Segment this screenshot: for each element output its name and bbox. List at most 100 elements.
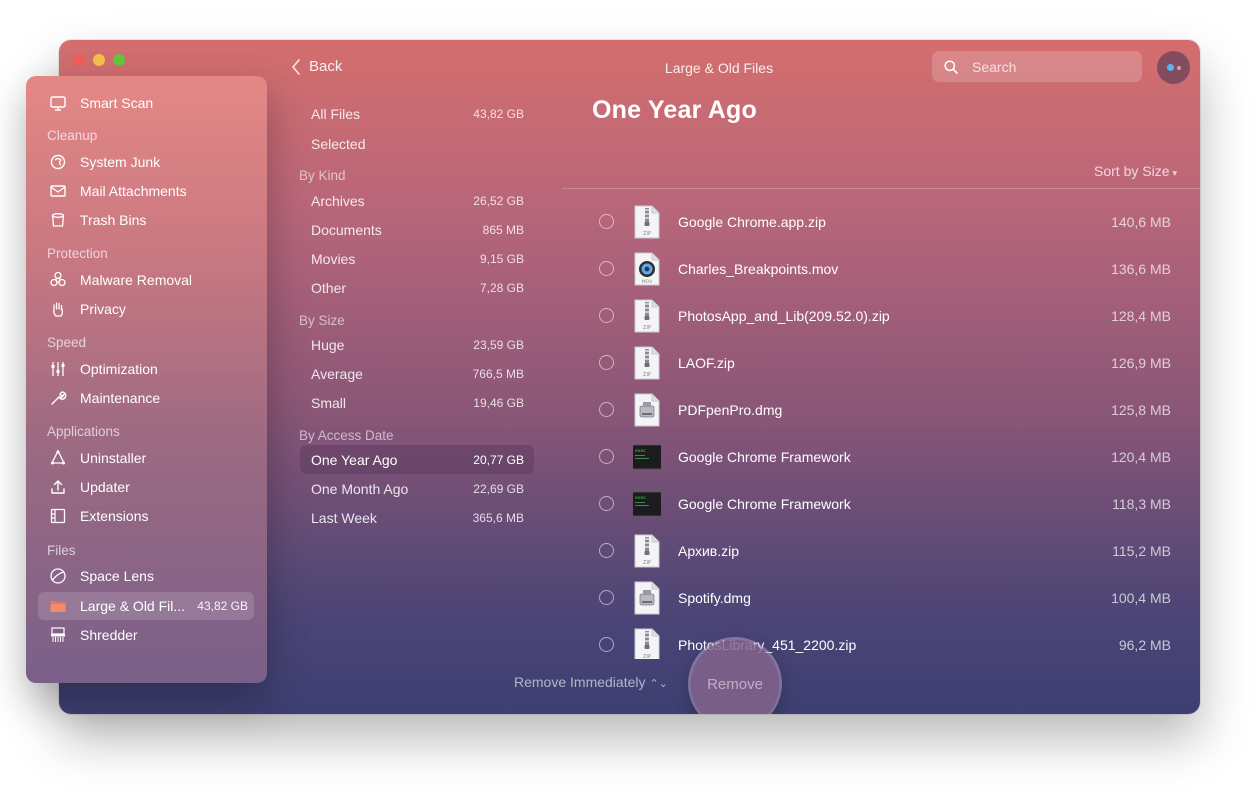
hand-icon xyxy=(48,299,68,319)
category-archives[interactable]: Archives 26,52 GB xyxy=(300,186,534,215)
back-button[interactable]: Back xyxy=(291,58,342,75)
file-row[interactable]: ZIP PhotosLibrary_451_2200.zip 96,2 MB xyxy=(562,621,1200,659)
category-size: 365,6 MB xyxy=(472,510,524,525)
category-size: 26,52 GB xyxy=(473,193,524,208)
category-label: Archives xyxy=(311,192,365,209)
category-size: 43,82 GB xyxy=(473,106,524,121)
extensions-icon xyxy=(48,506,68,526)
search-input[interactable] xyxy=(972,58,1122,75)
category-label: One Year Ago xyxy=(311,451,398,468)
file-size: 128,4 MB xyxy=(1111,307,1171,324)
category-size: 9,15 GB xyxy=(479,251,524,266)
uninstaller-icon xyxy=(48,448,68,468)
category-average[interactable]: Average 766,5 MB xyxy=(300,359,534,388)
zip-file-icon: ZIP xyxy=(634,299,660,332)
sidebar: Smart Scan Cleanup System Junk Mail Atta… xyxy=(26,76,267,683)
sidebar-item-extensions[interactable]: Extensions xyxy=(38,502,254,530)
wrench-icon xyxy=(48,388,68,408)
section-cleanup: Cleanup xyxy=(47,128,98,143)
sidebar-item-shredder[interactable]: Shredder xyxy=(38,621,254,649)
category-size: 7,28 GB xyxy=(479,280,524,295)
file-row[interactable]: MOV Charles_Breakpoints.mov 136,6 MB xyxy=(562,245,1200,292)
category-movies[interactable]: Movies 9,15 GB xyxy=(300,244,534,273)
sidebar-item-label: Shredder xyxy=(80,627,138,643)
file-size: 118,3 MB xyxy=(1112,495,1171,512)
file-name: Google Chrome Framework xyxy=(678,448,851,465)
section-protection: Protection xyxy=(47,246,108,261)
search-box[interactable] xyxy=(932,51,1142,82)
file-checkbox[interactable] xyxy=(599,355,614,370)
file-row[interactable]: ZIP Google Chrome.app.zip 140,6 MB xyxy=(562,198,1200,245)
category-documents[interactable]: Documents 865 MB xyxy=(300,215,534,244)
sidebar-item-optimization[interactable]: Optimization xyxy=(38,355,254,383)
file-checkbox[interactable] xyxy=(599,496,614,511)
sidebar-item-label: Space Lens xyxy=(80,568,154,584)
sidebar-item-system-junk[interactable]: System Junk xyxy=(38,148,254,176)
sidebar-item-mail-attachments[interactable]: Mail Attachments xyxy=(38,177,254,205)
updater-icon xyxy=(48,477,68,497)
file-checkbox[interactable] xyxy=(599,214,614,229)
trash-icon xyxy=(48,210,68,230)
assistant-button[interactable] xyxy=(1157,51,1190,84)
zip-file-icon: ZIP xyxy=(634,205,660,238)
sidebar-item-trash-bins[interactable]: Trash Bins xyxy=(38,206,254,234)
category-one-year-ago[interactable]: One Year Ago 20,77 GB xyxy=(300,445,534,474)
remove-mode-dropdown[interactable]: Remove Immediately ⌃⌄ xyxy=(514,674,668,690)
file-checkbox[interactable] xyxy=(599,308,614,323)
maximize-window-button[interactable] xyxy=(113,54,125,66)
disk-image-icon xyxy=(634,393,660,426)
sort-label: Sort by Size xyxy=(1094,163,1170,179)
file-checkbox[interactable] xyxy=(599,637,614,652)
category-last-week[interactable]: Last Week 365,6 MB xyxy=(300,503,534,532)
sort-dropdown[interactable]: Sort by Size ▾ xyxy=(1094,163,1177,179)
category-all-files[interactable]: All Files 43,82 GB xyxy=(300,99,534,128)
category-one-month-ago[interactable]: One Month Ago 22,69 GB xyxy=(300,474,534,503)
category-huge[interactable]: Huge 23,59 GB xyxy=(300,330,534,359)
section-speed: Speed xyxy=(47,335,87,350)
file-row[interactable]: Spotify.dmg 100,4 MB xyxy=(562,574,1200,621)
sidebar-item-space-lens[interactable]: Space Lens xyxy=(38,562,254,590)
triangle-down-icon: ▾ xyxy=(1172,168,1178,178)
section-applications: Applications xyxy=(47,424,120,439)
category-selected[interactable]: Selected xyxy=(300,129,534,158)
monitor-icon xyxy=(48,93,68,113)
file-size: 126,9 MB xyxy=(1111,354,1171,371)
category-label: Movies xyxy=(311,250,356,267)
section-by-size: By Size xyxy=(299,313,345,328)
sidebar-item-large-old-files[interactable]: Large & Old Fil... 43,82 GB xyxy=(38,592,254,620)
file-checkbox[interactable] xyxy=(599,590,614,605)
sidebar-item-privacy[interactable]: Privacy xyxy=(38,295,254,323)
category-label: Selected xyxy=(311,135,366,152)
biohazard-icon xyxy=(48,270,68,290)
sidebar-item-updater[interactable]: Updater xyxy=(38,473,254,501)
sidebar-item-uninstaller[interactable]: Uninstaller xyxy=(38,444,254,472)
file-row[interactable]: exec Google Chrome Framework 118,3 MB xyxy=(562,480,1200,527)
sidebar-item-malware-removal[interactable]: Malware Removal xyxy=(38,266,254,294)
file-row[interactable]: PDFpenPro.dmg 125,8 MB xyxy=(562,386,1200,433)
file-row[interactable]: exec Google Chrome Framework 120,4 MB xyxy=(562,433,1200,480)
category-other[interactable]: Other 7,28 GB xyxy=(300,273,534,302)
category-label: Last Week xyxy=(311,509,377,526)
sidebar-item-maintenance[interactable]: Maintenance xyxy=(38,384,254,412)
sidebar-item-label: Smart Scan xyxy=(80,95,154,111)
category-small[interactable]: Small 19,46 GB xyxy=(300,388,534,417)
category-label: Documents xyxy=(311,221,382,238)
file-name: Charles_Breakpoints.mov xyxy=(678,260,839,277)
close-window-button[interactable] xyxy=(73,54,85,66)
category-label: Other xyxy=(311,279,347,296)
file-checkbox[interactable] xyxy=(599,543,614,558)
window-controls xyxy=(73,54,125,66)
minimize-window-button[interactable] xyxy=(93,54,105,66)
svg-text:ZIP: ZIP xyxy=(643,654,651,660)
file-checkbox[interactable] xyxy=(599,402,614,417)
file-row[interactable]: ZIP LAOF.zip 126,9 MB xyxy=(562,339,1200,386)
sidebar-item-label: Large & Old Fil... xyxy=(80,598,186,614)
category-label: Huge xyxy=(311,336,345,353)
page-title: One Year Ago xyxy=(592,96,757,124)
file-checkbox[interactable] xyxy=(599,261,614,276)
file-row[interactable]: ZIP PhotosApp_and_Lib(209.52.0).zip 128,… xyxy=(562,292,1200,339)
file-row[interactable]: ZIP Архив.zip 115,2 MB xyxy=(562,527,1200,574)
file-checkbox[interactable] xyxy=(599,449,614,464)
svg-text:ZIP: ZIP xyxy=(643,231,651,237)
sidebar-item-smart-scan[interactable]: Smart Scan xyxy=(38,89,254,117)
